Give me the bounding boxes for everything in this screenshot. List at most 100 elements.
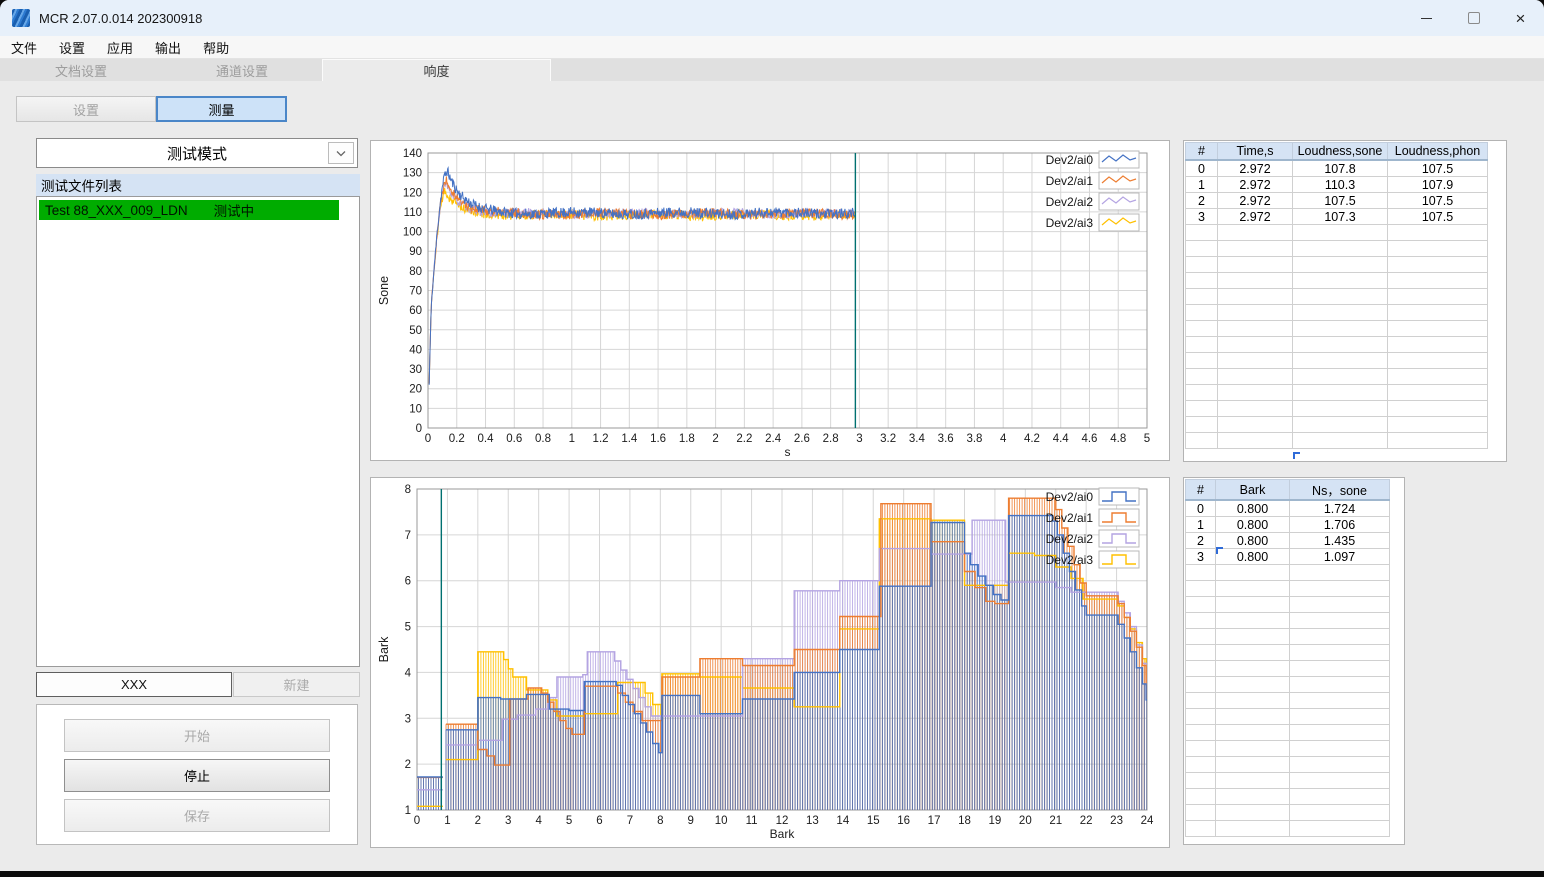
close-icon: × xyxy=(1515,8,1526,28)
cell xyxy=(1215,772,1290,789)
table-row: 2 2.972 107.5 107.5 xyxy=(1185,192,1488,209)
empty-row xyxy=(1185,724,1390,741)
svg-text:16: 16 xyxy=(897,815,910,827)
subtab-measure[interactable]: 测量 xyxy=(156,96,287,122)
cell xyxy=(1217,256,1293,273)
svg-text:4.8: 4.8 xyxy=(1110,433,1126,445)
cell xyxy=(1215,756,1290,773)
cell: 107.5 xyxy=(1292,192,1388,209)
table-row: 1 0.800 1.706 xyxy=(1185,516,1390,533)
cell xyxy=(1185,644,1216,661)
cell xyxy=(1185,756,1216,773)
cell xyxy=(1215,628,1290,645)
table-row: 3 2.972 107.3 107.5 xyxy=(1185,208,1488,225)
legend-label: Dev2/ai3 xyxy=(1046,216,1094,230)
cell: 1.724 xyxy=(1289,499,1390,517)
cell xyxy=(1387,240,1488,257)
cell xyxy=(1292,352,1388,369)
empty-row xyxy=(1185,272,1488,289)
svg-text:0: 0 xyxy=(425,433,431,445)
empty-row xyxy=(1185,740,1390,757)
cell xyxy=(1185,660,1216,677)
test-mode-value: 测试模式 xyxy=(166,145,227,163)
menu-item-output[interactable]: 输出 xyxy=(144,38,192,57)
empty-row xyxy=(1185,224,1488,241)
svg-text:0.8: 0.8 xyxy=(535,433,551,445)
app-window: MCR 2.07.0.014 202300918 × 文件 设置 应用 输出 帮… xyxy=(0,0,1544,871)
xxx-button[interactable]: XXX xyxy=(36,672,232,697)
empty-row xyxy=(1185,384,1488,401)
svg-text:1.6: 1.6 xyxy=(650,433,666,445)
menu-item-apply[interactable]: 应用 xyxy=(96,38,144,57)
cell xyxy=(1289,580,1390,597)
svg-text:10: 10 xyxy=(409,403,422,415)
cell xyxy=(1217,336,1293,353)
legend-label: Dev2/ai0 xyxy=(1046,490,1094,504)
svg-text:5: 5 xyxy=(566,815,572,827)
cell xyxy=(1289,772,1390,789)
svg-text:22: 22 xyxy=(1080,815,1093,827)
svg-text:4: 4 xyxy=(1000,433,1007,445)
tab-channel-settings[interactable]: 通道设置 xyxy=(162,59,322,81)
cell xyxy=(1289,628,1390,645)
new-button[interactable]: 新建 xyxy=(233,672,360,697)
svg-text:100: 100 xyxy=(403,227,422,239)
svg-text:0: 0 xyxy=(414,815,420,827)
dropdown-button[interactable] xyxy=(328,142,354,164)
cell xyxy=(1185,628,1216,645)
column-header: Ns，sone xyxy=(1289,479,1390,501)
start-button[interactable]: 开始 xyxy=(64,719,330,752)
stop-button[interactable]: 停止 xyxy=(64,759,330,792)
cell xyxy=(1289,708,1390,725)
y-axis-label: Sone xyxy=(377,276,391,305)
cell xyxy=(1289,692,1390,709)
empty-row xyxy=(1185,368,1488,385)
cell xyxy=(1292,416,1388,433)
menu-item-file[interactable]: 文件 xyxy=(0,38,48,57)
subtab-settings[interactable]: 设置 xyxy=(16,96,156,122)
cell: 1.097 xyxy=(1289,548,1390,565)
series-Dev2/ai0 xyxy=(428,166,856,385)
cell: 3 xyxy=(1185,208,1218,225)
test-file-status: 测试中 xyxy=(213,204,255,219)
cell xyxy=(1185,256,1218,273)
cell xyxy=(1387,416,1488,433)
gridlines xyxy=(427,152,1148,429)
cell xyxy=(1185,400,1218,417)
svg-text:23: 23 xyxy=(1110,815,1123,827)
cell xyxy=(1289,612,1390,629)
tab-document-settings[interactable]: 文档设置 xyxy=(0,59,162,81)
cell: 2.972 xyxy=(1217,208,1293,225)
empty-row xyxy=(1185,708,1390,725)
cell: 110.3 xyxy=(1292,176,1388,193)
cell: 0.800 xyxy=(1215,532,1290,549)
empty-row xyxy=(1185,256,1488,273)
test-mode-dropdown[interactable]: 测试模式 xyxy=(36,138,358,168)
list-item-test-file[interactable]: Test 88_XXX_009_LDN 测试中 xyxy=(39,200,339,220)
cell-marker xyxy=(1216,547,1223,554)
svg-text:21: 21 xyxy=(1049,815,1062,827)
table-row: 1 2.972 110.3 107.9 xyxy=(1185,176,1488,193)
svg-text:2: 2 xyxy=(712,433,718,445)
chevron-down-icon xyxy=(336,150,346,156)
loudness-table: # Time,s Loudness,sone Loudness,phon 0 2.972 1… xyxy=(1184,142,1506,449)
cell xyxy=(1289,740,1390,757)
minimize-button[interactable] xyxy=(1403,0,1450,36)
svg-text:1.4: 1.4 xyxy=(621,433,638,445)
svg-text:80: 80 xyxy=(409,266,422,278)
empty-row xyxy=(1185,416,1488,433)
tab-loudness[interactable]: 响度 xyxy=(322,59,551,81)
time-chart-svg: 0 0.2 0.4 0.6 0.8 1 1.2 1.4 1.6 1.8 2 2.2 2.4 2.6 2.8 3… xyxy=(377,148,1150,459)
svg-text:20: 20 xyxy=(1019,815,1032,827)
close-button[interactable]: × xyxy=(1497,0,1544,36)
menu-item-settings[interactable]: 设置 xyxy=(48,38,96,57)
column-header: Loudness,sone xyxy=(1292,142,1388,161)
menu-item-help[interactable]: 帮助 xyxy=(192,38,240,57)
save-button[interactable]: 保存 xyxy=(64,799,330,832)
cell xyxy=(1185,596,1216,613)
empty-row xyxy=(1185,644,1390,661)
cell xyxy=(1217,432,1293,449)
maximize-button[interactable] xyxy=(1450,0,1497,36)
cell xyxy=(1215,612,1290,629)
svg-text:3.2: 3.2 xyxy=(880,433,896,445)
